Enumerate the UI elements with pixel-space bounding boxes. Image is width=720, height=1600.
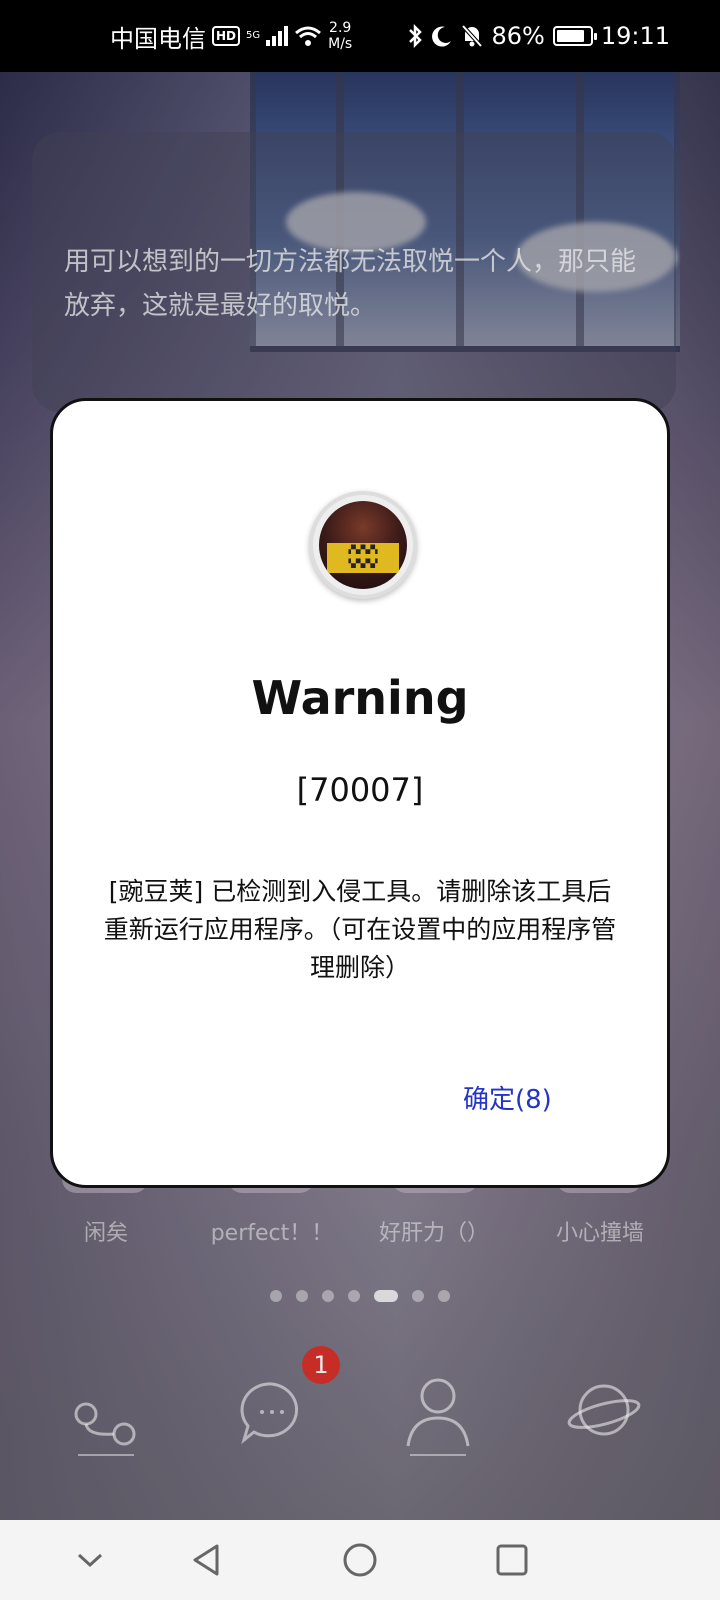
nav-recents-button[interactable] xyxy=(488,1536,536,1584)
mute-bell-icon xyxy=(461,24,483,48)
speed-value: 2.9 xyxy=(329,20,352,36)
nav-collapse-button[interactable] xyxy=(66,1536,114,1584)
back-triangle-icon xyxy=(193,1544,219,1576)
wifi-icon xyxy=(295,26,322,46)
status-right: 86% 19:11 xyxy=(407,0,670,72)
speed-unit: M/s xyxy=(328,36,353,52)
battery-percent: 86% xyxy=(491,22,545,50)
recents-square-icon xyxy=(496,1544,528,1576)
app-avatar: ▞▚▞▚▞▚ ▚▞▚▞▚▞ xyxy=(309,491,417,599)
nav-home-button[interactable] xyxy=(336,1536,384,1584)
battery-icon xyxy=(552,26,597,46)
app-logo-mark: ▞▚▞▚▞▚ ▚▞▚▞▚▞ xyxy=(327,543,399,573)
bluetooth-icon xyxy=(409,24,423,48)
dialog-message: [豌豆荚] 已检测到入侵工具。请删除该工具后重新运行应用程序。（可在设置中的应用… xyxy=(103,877,617,982)
dialog-title: Warning xyxy=(251,671,469,725)
home-circle-icon xyxy=(343,1543,377,1577)
carrier-name: 中国电信 xyxy=(110,24,206,53)
navigation-bar xyxy=(0,1520,720,1600)
moon-icon xyxy=(432,26,452,47)
clock: 19:11 xyxy=(600,22,670,50)
status-left: 中国电信 HD 5G 2.9 M/s xyxy=(110,0,352,72)
warning-dialog: ▞▚▞▚▞▚ ▚▞▚▞▚▞ Warning [70007] [豌豆荚] 已检测到入… xyxy=(50,398,670,1188)
status-bar: 中国电信 HD 5G 2.9 M/s 86% 19:11 xyxy=(0,0,720,72)
error-code: [70007] xyxy=(296,771,424,809)
battery-fill xyxy=(556,30,584,42)
nav-back-button[interactable] xyxy=(182,1536,230,1584)
signal-icon xyxy=(266,26,289,46)
chevron-down-icon xyxy=(77,1553,103,1568)
confirm-button[interactable]: 确定(8) xyxy=(463,1079,552,1116)
hd-icon: HD xyxy=(212,26,241,46)
app-logo-image: ▞▚▞▚▞▚ ▚▞▚▞▚▞ xyxy=(319,501,407,589)
network-type: 5G xyxy=(246,30,261,41)
network-speed: 2.9 M/s xyxy=(328,20,352,52)
